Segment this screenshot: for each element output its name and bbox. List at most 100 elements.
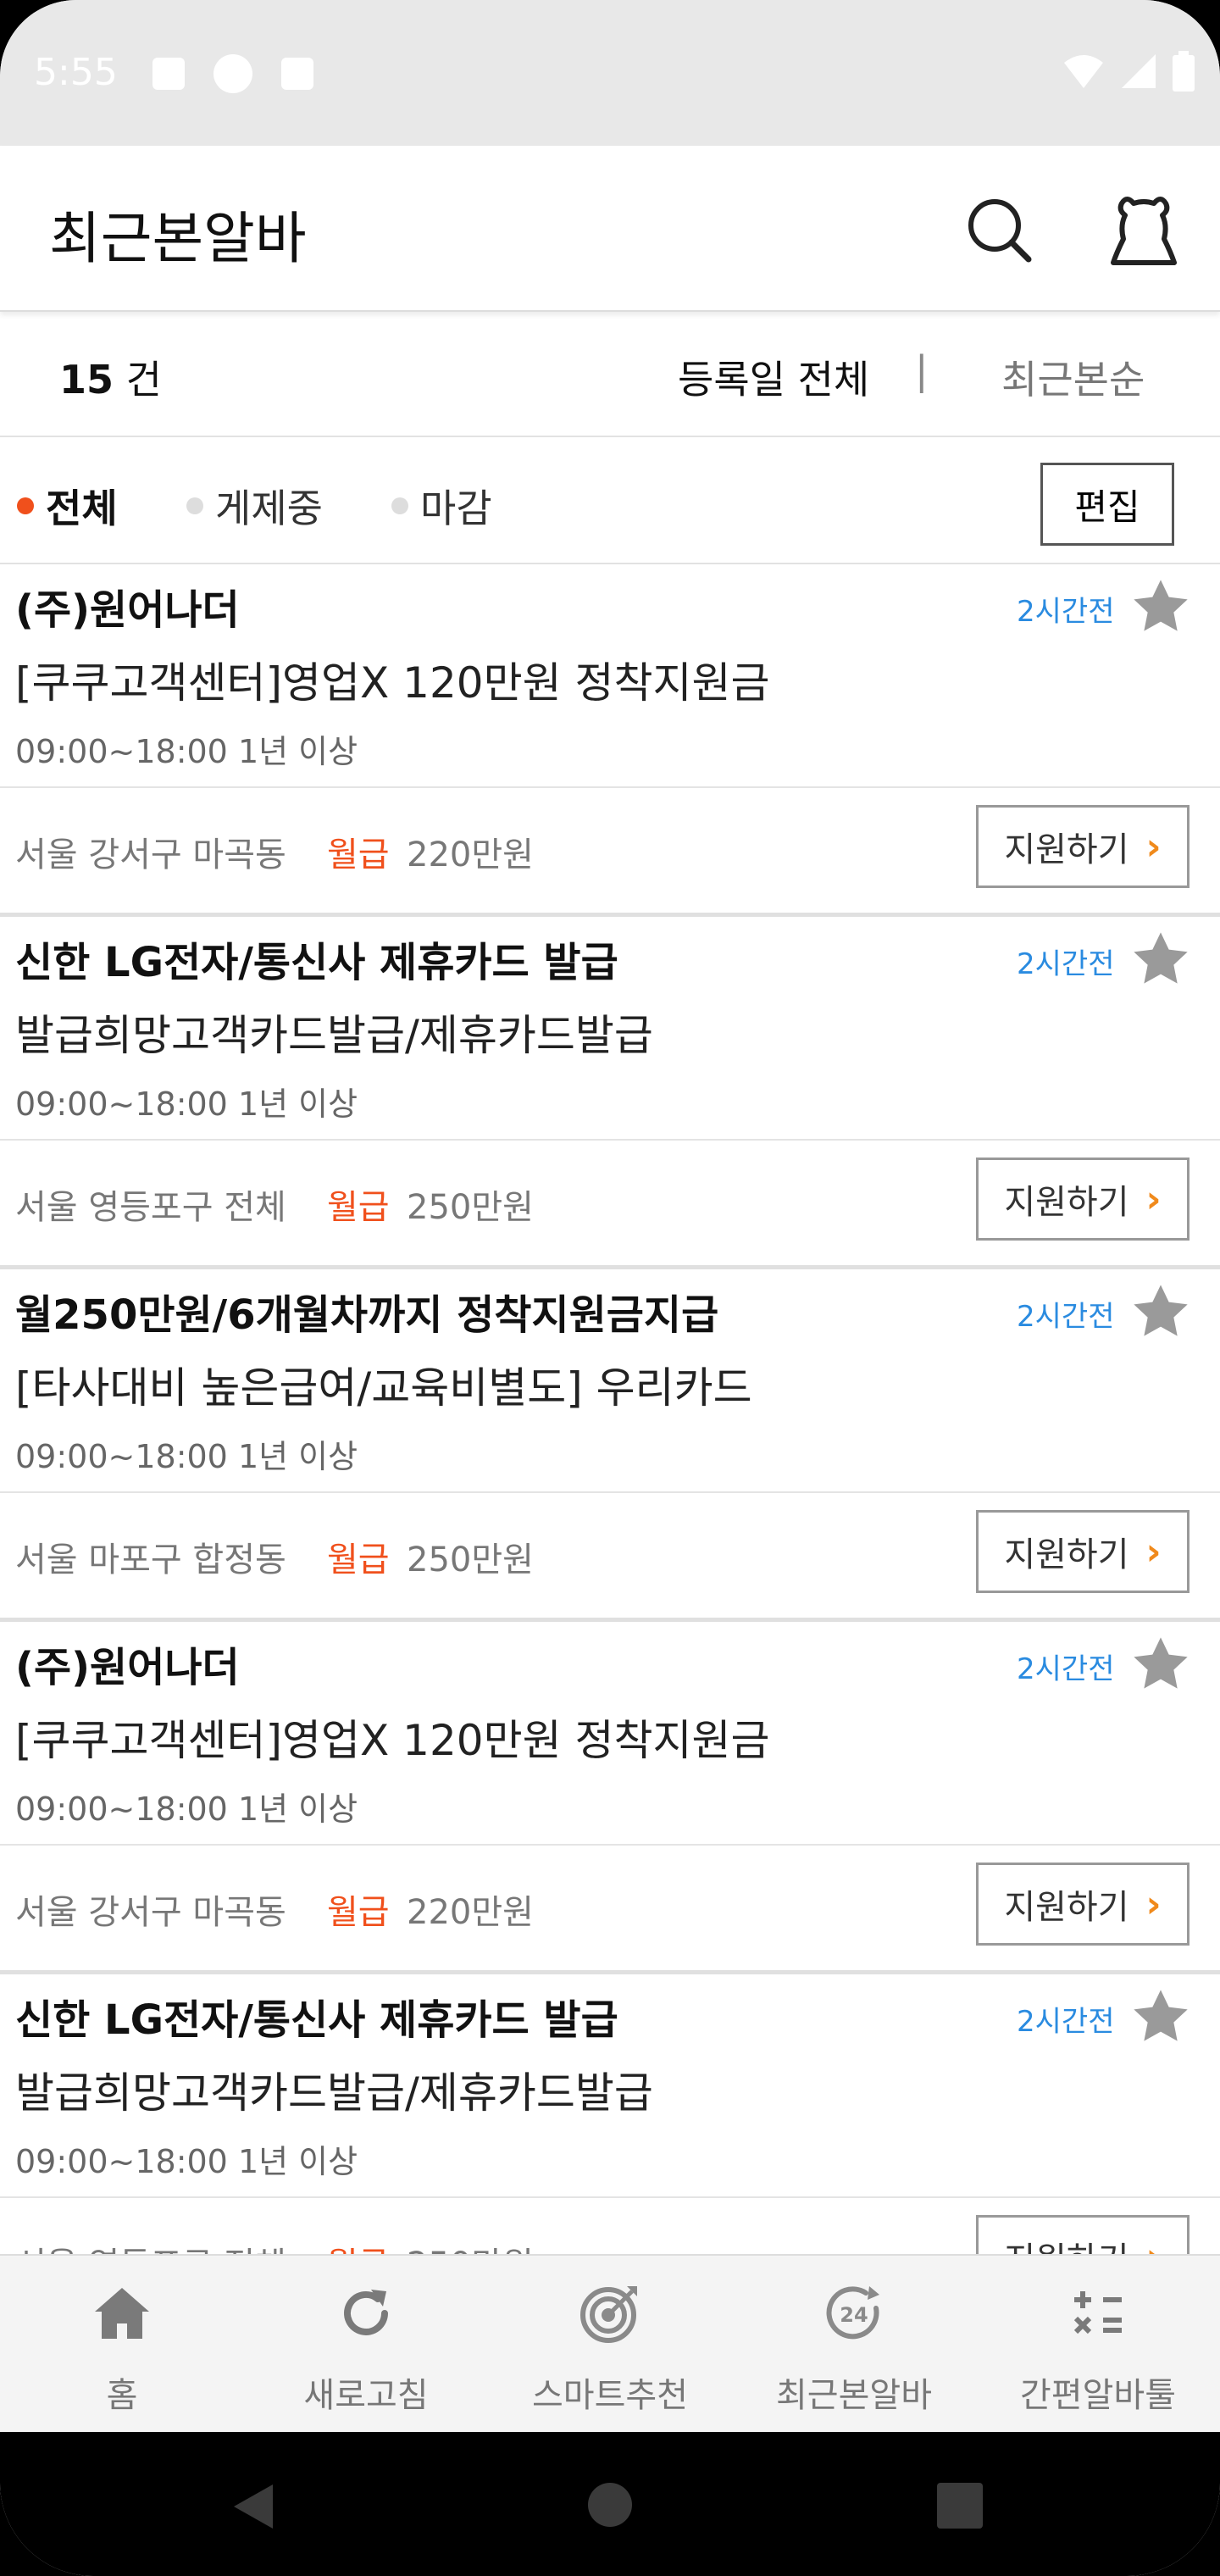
chevron-right-icon: › bbox=[1145, 824, 1162, 869]
job-company: 월250만원/6개월차까지 정착지원금지급 bbox=[15, 1291, 719, 1339]
status-bar: 5:55 bbox=[0, 0, 1220, 146]
job-item[interactable]: 월250만원/6개월차까지 정착지원금지급 2시간전 [타사대비 높은급여/교육… bbox=[0, 1269, 1220, 1622]
favorite-button[interactable] bbox=[1127, 1983, 1195, 2051]
job-pay-type: 월급 bbox=[327, 2237, 390, 2254]
sort-divider: | bbox=[915, 347, 929, 393]
unselected-dot-icon bbox=[391, 497, 408, 514]
job-company: 신한 LG전자/통신사 제휴카드 발급 bbox=[15, 939, 618, 986]
signal-icon bbox=[1122, 54, 1156, 88]
search-button[interactable] bbox=[957, 188, 1042, 273]
job-title: 발급희망고객카드발급/제휴카드발급 bbox=[15, 1011, 653, 1060]
job-pay: 250만원 bbox=[407, 1188, 534, 1227]
result-count: 15 건 bbox=[59, 357, 162, 402]
nav-smart-recommend[interactable]: 스마트추천 bbox=[488, 2256, 732, 2434]
profile-button[interactable] bbox=[1101, 188, 1186, 273]
job-pay-type: 월급 bbox=[327, 1541, 390, 1579]
job-item[interactable]: (주)원어나더 2시간전 [쿠쿠고객센터]영업X 120만원 정착지원금 09:… bbox=[0, 1622, 1220, 1974]
apply-button[interactable]: 지원하기 › bbox=[976, 1863, 1190, 1946]
job-time-ago: 2시간전 bbox=[1017, 595, 1115, 629]
search-icon bbox=[968, 199, 1032, 263]
job-title: 발급희망고객카드발급/제휴카드발급 bbox=[15, 2068, 653, 2118]
filter-bar: 전체 게제중 마감 편집 bbox=[0, 437, 1220, 564]
app-bar: 최근본알바 bbox=[0, 146, 1220, 312]
sd-card-icon bbox=[281, 58, 313, 90]
job-hours: 09:00~18:00 1년 이상 bbox=[15, 1085, 358, 1123]
unselected-dot-icon bbox=[186, 497, 203, 514]
back-icon[interactable] bbox=[229, 2481, 276, 2532]
edit-button[interactable]: 편집 bbox=[1040, 463, 1174, 546]
svg-text:24: 24 bbox=[840, 2303, 868, 2327]
divider bbox=[0, 786, 1220, 788]
job-location: 서울 마포구 합정동 bbox=[15, 1541, 286, 1579]
job-title: [타사대비 높은급여/교육비별도] 우리카드 bbox=[15, 1363, 752, 1413]
job-pay: 220만원 bbox=[407, 1893, 534, 1932]
job-location: 서울 영등포구 전체 bbox=[15, 2237, 286, 2254]
favorite-button[interactable] bbox=[1127, 1630, 1195, 1698]
bottom-nav: 홈 새로고침 스마트추천 24 최근본알바 간편알바툴 bbox=[0, 2254, 1220, 2432]
home-circle-icon[interactable] bbox=[586, 2481, 634, 2529]
filter-closed[interactable]: 마감 bbox=[391, 478, 492, 534]
sort-bar: 15 건 등록일 전체 | 최근본순 bbox=[0, 314, 1220, 437]
nav-refresh[interactable]: 새로고침 bbox=[244, 2256, 488, 2434]
phone-screen: 5:55 최근본알바 15 건 등록일 전체 | 최근본순 전체 게제중 마감 … bbox=[0, 0, 1220, 2576]
status-time: 5:55 bbox=[34, 51, 118, 94]
job-title: [쿠쿠고객센터]영업X 120만원 정착지원금 bbox=[15, 1716, 770, 1765]
calculator-icon bbox=[1073, 2291, 1122, 2334]
nav-recent-jobs[interactable]: 24 최근본알바 bbox=[732, 2256, 976, 2434]
job-company: (주)원어나더 bbox=[15, 586, 240, 634]
favorite-button[interactable] bbox=[1127, 573, 1195, 641]
filter-all[interactable]: 전체 bbox=[17, 478, 118, 534]
job-location: 서울 영등포구 전체 bbox=[15, 1188, 286, 1227]
job-item[interactable]: (주)원어나더 2시간전 [쿠쿠고객센터]영업X 120만원 정착지원금 09:… bbox=[0, 564, 1220, 917]
job-item[interactable]: 신한 LG전자/통신사 제휴카드 발급 2시간전 발급희망고객카드발급/제휴카드… bbox=[0, 917, 1220, 1269]
nav-home[interactable]: 홈 bbox=[0, 2256, 244, 2434]
divider bbox=[0, 1139, 1220, 1141]
divider bbox=[0, 1491, 1220, 1493]
apply-button[interactable]: 지원하기 › bbox=[976, 1510, 1190, 1593]
job-time-ago: 2시간전 bbox=[1017, 947, 1115, 981]
nav-tools[interactable]: 간편알바툴 bbox=[976, 2256, 1220, 2434]
target-icon bbox=[580, 2286, 637, 2343]
star-icon bbox=[1134, 1637, 1188, 1689]
page-title: 최근본알바 bbox=[49, 206, 307, 271]
job-pay-type: 월급 bbox=[327, 1188, 390, 1227]
bear-profile-icon bbox=[1111, 197, 1177, 265]
divider bbox=[0, 1844, 1220, 1846]
apply-button[interactable]: 지원하기 › bbox=[976, 2215, 1190, 2254]
star-icon bbox=[1134, 932, 1188, 984]
favorite-button[interactable] bbox=[1127, 1278, 1195, 1346]
favorite-button[interactable] bbox=[1127, 925, 1195, 993]
24h-icon: 24 bbox=[826, 2286, 879, 2340]
job-item[interactable]: 신한 LG전자/통신사 제휴카드 발급 2시간전 발급희망고객카드발급/제휴카드… bbox=[0, 1974, 1220, 2254]
system-nav-bar bbox=[0, 2432, 1220, 2576]
job-pay: 250만원 bbox=[407, 2237, 534, 2254]
chevron-right-icon: › bbox=[1146, 2235, 1162, 2255]
sort-order-dropdown[interactable]: 최근본순 bbox=[1001, 349, 1145, 405]
wifi-icon bbox=[1064, 55, 1103, 88]
battery-icon bbox=[1173, 51, 1195, 92]
home-icon bbox=[95, 2288, 149, 2339]
job-location: 서울 강서구 마곡동 bbox=[15, 1893, 286, 1932]
star-icon bbox=[1134, 1990, 1188, 2041]
selected-dot-icon bbox=[17, 497, 34, 514]
apply-button[interactable]: 지원하기 › bbox=[976, 1158, 1190, 1241]
job-company: 신한 LG전자/통신사 제휴카드 발급 bbox=[15, 1996, 618, 2044]
job-pay-type: 월급 bbox=[327, 836, 390, 874]
job-title: [쿠쿠고객센터]영업X 120만원 정착지원금 bbox=[15, 658, 770, 708]
date-filter-dropdown[interactable]: 등록일 전체 bbox=[678, 349, 869, 405]
job-pay: 250만원 bbox=[407, 1541, 534, 1579]
divider bbox=[0, 2196, 1220, 2198]
job-company: (주)원어나더 bbox=[15, 1644, 240, 1691]
job-list[interactable]: (주)원어나더 2시간전 [쿠쿠고객센터]영업X 120만원 정착지원금 09:… bbox=[0, 564, 1220, 2254]
chevron-right-icon: › bbox=[1145, 1177, 1162, 1221]
job-time-ago: 2시간전 bbox=[1017, 1300, 1115, 1334]
star-icon bbox=[1134, 1285, 1188, 1336]
job-location: 서울 강서구 마곡동 bbox=[15, 836, 286, 874]
job-pay: 220만원 bbox=[407, 836, 534, 874]
chevron-right-icon: › bbox=[1145, 1882, 1162, 1926]
notification-a-icon bbox=[152, 58, 185, 90]
recents-icon[interactable] bbox=[937, 2483, 983, 2529]
filter-posted[interactable]: 게제중 bbox=[186, 478, 323, 534]
job-hours: 09:00~18:00 1년 이상 bbox=[15, 1438, 358, 1475]
apply-button[interactable]: 지원하기 › bbox=[976, 805, 1190, 888]
